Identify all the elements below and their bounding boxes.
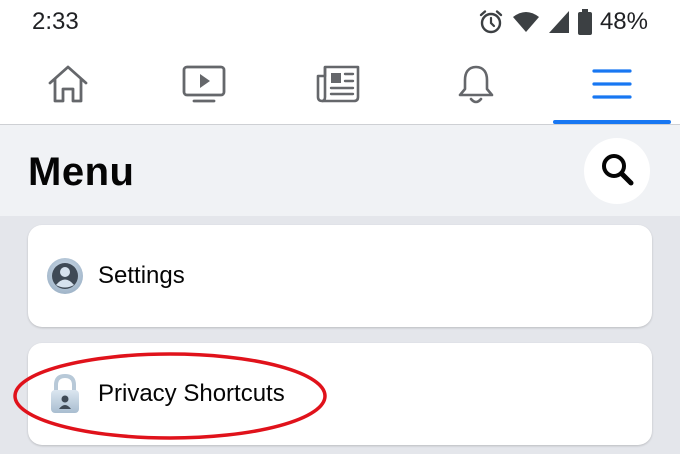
menu-header: Menu: [0, 125, 680, 216]
bell-icon: [456, 63, 496, 105]
nav-tab-watch[interactable]: [140, 44, 268, 124]
nav-tab-home[interactable]: [4, 44, 132, 124]
video-icon: [182, 64, 226, 104]
nav-tab-news[interactable]: [274, 44, 402, 124]
alarm-icon: [478, 9, 504, 35]
menu-item-privacy-shortcuts[interactable]: Privacy Shortcuts: [28, 343, 652, 445]
nav-tab-menu[interactable]: [548, 44, 676, 124]
status-bar: 2:33 48%: [0, 0, 680, 44]
user-circle-icon: [46, 257, 84, 295]
wifi-icon: [512, 10, 540, 34]
search-icon: [599, 151, 635, 192]
lock-icon: [46, 373, 84, 413]
signal-icon: [548, 10, 570, 34]
battery-percent: 48%: [599, 8, 648, 35]
page-title: Menu: [28, 150, 135, 194]
menu-item-label: Privacy Shortcuts: [98, 380, 285, 407]
hamburger-menu-icon: [592, 67, 632, 101]
status-time: 2:33: [32, 8, 79, 35]
menu-item-label: Settings: [98, 262, 185, 289]
search-button[interactable]: [584, 138, 650, 204]
newspaper-icon: [315, 64, 361, 104]
status-icons: 48%: [478, 8, 648, 36]
home-icon: [46, 64, 90, 104]
top-nav-bar: [0, 44, 680, 125]
battery-icon: [577, 9, 592, 35]
nav-tab-notifications[interactable]: [412, 44, 540, 124]
menu-item-settings[interactable]: Settings: [28, 225, 652, 327]
